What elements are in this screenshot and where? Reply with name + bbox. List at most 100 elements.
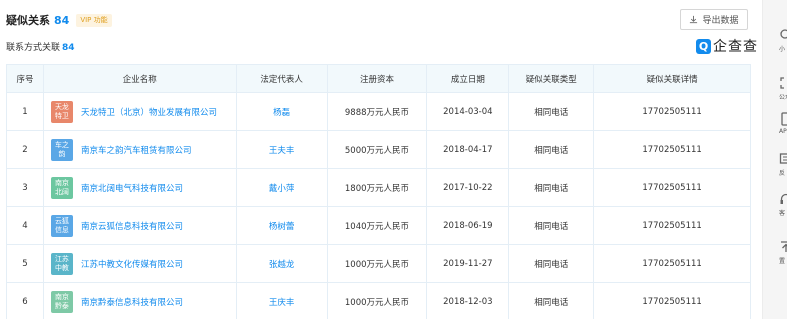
sidebar-item-top[interactable]: 置 (763, 240, 787, 265)
relation-table: 序号 企业名称 法定代表人 注册资本 成立日期 疑似关联类型 疑似关联详情 1天… (6, 64, 751, 319)
relation-detail-cell: 17702505111 (593, 130, 751, 169)
scan-icon (780, 77, 784, 89)
relation-detail-cell: 17702505111 (593, 244, 751, 283)
capital-cell: 9888万元人民币 (326, 92, 428, 131)
row-number: 6 (6, 282, 44, 319)
row-number: 5 (6, 244, 44, 283)
capital-cell: 1000万元人民币 (326, 282, 428, 319)
representative-link[interactable]: 杨磊 (273, 108, 290, 118)
date-cell: 2014-03-04 (426, 92, 510, 131)
company-cell: 云狐信息 南京云狐信息科技有限公司 (42, 206, 237, 245)
search-icon (780, 29, 787, 39)
sidebar-item-search[interactable]: 小 (763, 28, 787, 53)
sidebar-label: 小 (779, 46, 786, 53)
representative-cell: 张越龙 (235, 244, 328, 283)
main-panel: 疑似关系 84 VIP 功能 导出数据 联系方式关联 84 Q 企查查 序号 企业… (0, 0, 762, 319)
sidebar-item-official[interactable]: 公众 (763, 76, 787, 101)
sidebar-item-app[interactable]: AP (763, 112, 787, 135)
table-row: 4 云狐信息 南京云狐信息科技有限公司 杨树蕾 1040万元人民币 2018-06-19 相… (6, 206, 751, 245)
relation-type-cell: 相同电话 (508, 92, 595, 131)
capital-cell: 1000万元人民币 (326, 244, 428, 283)
company-name-link[interactable]: 江苏中教文化传媒有限公司 (81, 258, 183, 270)
export-button[interactable]: 导出数据 (680, 9, 748, 30)
company-cell: 天龙特卫 天龙特卫（北京）物业发展有限公司 (42, 92, 237, 131)
export-label: 导出数据 (702, 16, 739, 26)
table-row: 3 南京北阔 南京北阔电气科技有限公司 戴小萍 1800万元人民币 2017-10-22 相… (6, 168, 751, 207)
date-cell: 2019-11-27 (426, 244, 510, 283)
vip-badge: VIP 功能 (76, 13, 112, 27)
company-name-link[interactable]: 天龙特卫（北京）物业发展有限公司 (81, 106, 217, 118)
row-number: 2 (6, 130, 44, 169)
section-title-row: 疑似关系 84 VIP 功能 (6, 12, 112, 28)
logo-mark-icon: Q (696, 38, 711, 54)
capital-cell: 5000万元人民币 (326, 130, 428, 169)
company-cell: 江苏中教 江苏中教文化传媒有限公司 (42, 244, 237, 283)
headset-icon (780, 193, 787, 204)
representative-link[interactable]: 王夫丰 (269, 146, 295, 156)
capital-cell: 1040万元人民币 (326, 206, 428, 245)
contact-relation-row: 联系方式关联 84 (6, 40, 75, 53)
representative-cell: 杨树蕾 (235, 206, 328, 245)
representative-cell: 王夫丰 (235, 130, 328, 169)
sidebar-label: AP (779, 128, 787, 135)
sidebar-item-feedback[interactable]: 反 (763, 152, 787, 177)
company-name-link[interactable]: 南京黔泰信息科技有限公司 (81, 296, 183, 308)
sidebar-label: 置 (779, 258, 786, 265)
sidebar-label: 反 (779, 170, 786, 177)
phone-icon (781, 112, 787, 126)
column-header-capital: 注册资本 (326, 64, 428, 93)
column-header-no: 序号 (6, 64, 44, 93)
feedback-icon (779, 153, 787, 164)
company-logo: 天龙特卫 (50, 100, 73, 123)
relation-detail-cell: 17702505111 (593, 92, 751, 131)
date-cell: 2018-06-19 (426, 206, 510, 245)
relation-type-cell: 相同电话 (508, 244, 595, 283)
relation-detail-cell: 17702505111 (593, 168, 751, 207)
company-cell: 车之韵 南京车之韵汽车租赁有限公司 (42, 130, 237, 169)
representative-link[interactable]: 王庆丰 (269, 298, 295, 308)
table-row: 1 天龙特卫 天龙特卫（北京）物业发展有限公司 杨磊 9888万元人民币 2014-03-… (6, 92, 751, 131)
table-row: 6 南京黔泰 南京黔泰信息科技有限公司 王庆丰 1000万元人民币 2018-12-03 相… (6, 282, 751, 319)
representative-link[interactable]: 杨树蕾 (269, 222, 295, 232)
table-row: 5 江苏中教 江苏中教文化传媒有限公司 张越龙 1000万元人民币 2019-11-27 相… (6, 244, 751, 283)
table-row: 2 车之韵 南京车之韵汽车租赁有限公司 王夫丰 5000万元人民币 2018-04-17 相… (6, 130, 751, 169)
company-name-link[interactable]: 南京北阔电气科技有限公司 (81, 182, 183, 194)
relation-detail-cell: 17702505111 (593, 282, 751, 319)
sidebar-label: 客 (779, 210, 786, 217)
date-cell: 2018-12-03 (426, 282, 510, 319)
contact-relation-count: 84 (62, 43, 75, 53)
relation-type-cell: 相同电话 (508, 282, 595, 319)
company-cell: 南京北阔 南京北阔电气科技有限公司 (42, 168, 237, 207)
company-logo: 南京黔泰 (50, 290, 73, 313)
date-cell: 2017-10-22 (426, 168, 510, 207)
representative-cell: 杨磊 (235, 92, 328, 131)
download-icon (690, 15, 698, 24)
relation-type-cell: 相同电话 (508, 206, 595, 245)
column-header-relation-detail: 疑似关联详情 (593, 64, 751, 93)
row-number: 4 (6, 206, 44, 245)
row-number: 3 (6, 168, 44, 207)
date-cell: 2018-04-17 (426, 130, 510, 169)
row-number: 1 (6, 92, 44, 131)
company-logo: 南京北阔 (50, 176, 73, 199)
relation-type-cell: 相同电话 (508, 168, 595, 207)
company-logo: 云狐信息 (50, 214, 73, 237)
qichacha-logo: Q 企查查 (696, 36, 758, 56)
column-header-relation-type: 疑似关联类型 (508, 64, 595, 93)
column-header-representative: 法定代表人 (235, 64, 328, 93)
table-header-row: 序号 企业名称 法定代表人 注册资本 成立日期 疑似关联类型 疑似关联详情 (6, 64, 751, 93)
right-sidebar: 小 公众 AP 反 客 置 (762, 0, 787, 319)
column-header-date: 成立日期 (426, 64, 510, 93)
representative-link[interactable]: 张越龙 (269, 260, 295, 270)
representative-link[interactable]: 戴小萍 (269, 184, 295, 194)
sidebar-label: 公众 (779, 94, 787, 101)
sidebar-item-service[interactable]: 客 (763, 192, 787, 217)
company-cell: 南京黔泰 南京黔泰信息科技有限公司 (42, 282, 237, 319)
top-icon (781, 241, 787, 252)
company-logo: 车之韵 (50, 138, 73, 161)
column-header-company: 企业名称 (42, 64, 237, 93)
representative-cell: 戴小萍 (235, 168, 328, 207)
section-count: 84 (54, 13, 70, 27)
company-name-link[interactable]: 南京云狐信息科技有限公司 (81, 220, 183, 232)
company-name-link[interactable]: 南京车之韵汽车租赁有限公司 (81, 144, 192, 156)
